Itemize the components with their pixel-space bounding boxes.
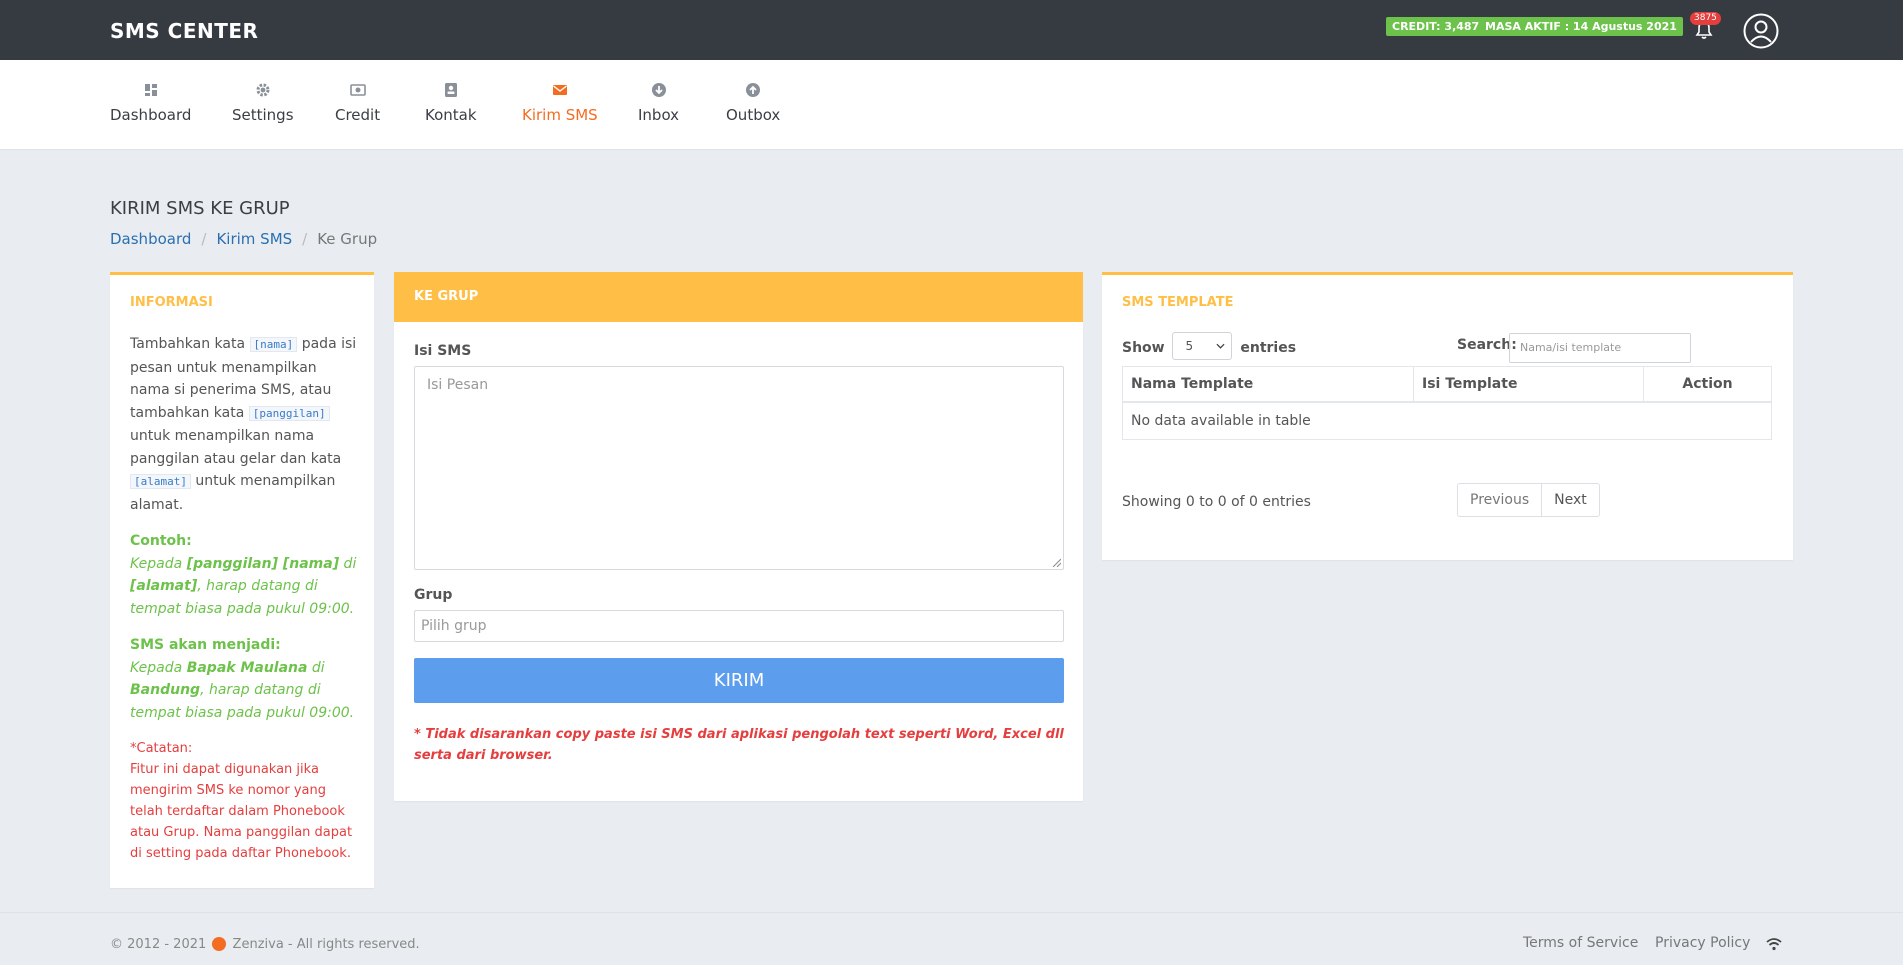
- nav-settings[interactable]: Settings: [232, 82, 294, 124]
- nav-credit[interactable]: Credit: [335, 82, 380, 124]
- isi-sms-placeholder: Isi Pesan: [427, 377, 489, 393]
- nav-outbox[interactable]: Outbox: [726, 82, 780, 124]
- breadcrumb-separator: /: [201, 230, 207, 248]
- entries-label: entries: [1240, 340, 1297, 356]
- breadcrumb-kirim-sms[interactable]: Kirim SMS: [216, 230, 292, 248]
- gear-icon: [256, 83, 270, 97]
- terms-link[interactable]: Terms of Service: [1523, 935, 1638, 951]
- contoh-label: Contoh:: [130, 533, 192, 549]
- column-header-nama-template[interactable]: Nama Template: [1122, 366, 1414, 403]
- privacy-link[interactable]: Privacy Policy: [1655, 935, 1750, 951]
- nav-outbox-label: Outbox: [726, 106, 781, 124]
- entries-select-value: 5: [1185, 339, 1194, 353]
- dashboard-icon: [144, 84, 157, 96]
- page-title: KIRIM SMS KE GRUP: [110, 198, 290, 219]
- entries-length-control: Show 5 entries: [1122, 332, 1297, 362]
- info-card-title: INFORMASI: [130, 295, 213, 310]
- nav-dashboard-label: Dashboard: [110, 106, 192, 124]
- contoh-part: Kepada: [130, 555, 187, 572]
- notification-count: 3875: [1690, 12, 1721, 25]
- copyright-years: © 2012 - 2021: [110, 937, 207, 952]
- isi-sms-textarea[interactable]: Isi Pesan: [414, 366, 1064, 570]
- code-nama: [nama]: [249, 337, 298, 352]
- previous-button[interactable]: Previous: [1458, 484, 1541, 516]
- arrow-up-circle-icon: [746, 83, 761, 97]
- pagination: Previous Next: [1457, 483, 1600, 517]
- breadcrumb: Dashboard / Kirim SMS / Ke Grup: [110, 230, 377, 248]
- grup-placeholder: Pilih grup: [421, 618, 487, 634]
- column-header-isi-template[interactable]: Isi Template: [1413, 366, 1644, 403]
- credit-badge: CREDIT: 3,487: [1386, 17, 1486, 36]
- copyright: © 2012 - 2021 Zenziva - All rights reser…: [110, 936, 420, 952]
- arrow-down-circle-icon: [651, 83, 666, 97]
- catatan: *Catatan: Fitur ini dapat digunakan jika…: [130, 738, 360, 864]
- menjadi-part: di: [307, 659, 325, 676]
- nav-kontak[interactable]: Kontak: [425, 82, 477, 124]
- nav-kirim-sms-label: Kirim SMS: [522, 106, 598, 124]
- info-text: untuk menampilkan nama panggilan atau ge…: [130, 428, 342, 467]
- chevron-down-icon: [1216, 343, 1226, 349]
- nav-settings-label: Settings: [232, 106, 294, 124]
- menjadi-part: Bandung: [130, 682, 201, 698]
- contoh-part: [alamat]: [130, 578, 198, 594]
- menjadi-text: Kepada Bapak Maulana di Bandung, harap d…: [130, 657, 360, 725]
- menjadi-part: Kepada: [130, 659, 187, 676]
- nav-inbox[interactable]: Inbox: [638, 82, 679, 124]
- table-header-row: Nama Template Isi Template Action: [1122, 366, 1772, 403]
- nav-kirim-sms[interactable]: Kirim SMS: [522, 82, 598, 124]
- info-text: Tambahkan kata: [130, 336, 250, 352]
- search-label: Search:: [1457, 337, 1517, 353]
- breadcrumb-separator: /: [302, 230, 308, 248]
- menjadi-part: Bapak Maulana: [186, 659, 308, 676]
- copy-paste-warning: * Tidak disarankan copy paste isi SMS da…: [414, 727, 1064, 763]
- empty-table-message: No data available in table: [1122, 401, 1772, 440]
- next-button[interactable]: Next: [1541, 484, 1599, 516]
- catatan-label: *Catatan:: [130, 741, 193, 756]
- contoh-text: Kepada [panggilan] [nama] di [alamat], h…: [130, 553, 360, 621]
- breadcrumb-dashboard[interactable]: Dashboard: [110, 230, 191, 248]
- isi-sms-label: Isi SMS: [414, 343, 472, 359]
- info-description: Tambahkan kata [nama] pada isi pesan unt…: [130, 333, 360, 516]
- top-bar: SMS CENTER CREDIT: 3,487 MASA AKTIF : 14…: [0, 0, 1903, 60]
- grup-label: Grup: [414, 587, 453, 603]
- breadcrumb-current: Ke Grup: [317, 230, 378, 248]
- nav-credit-label: Credit: [335, 106, 381, 124]
- contoh-part: [panggilan] [nama]: [186, 555, 340, 572]
- send-group-form-card: KE GRUP Isi SMS Isi Pesan Grup Pilih gru…: [394, 272, 1083, 801]
- resize-handle-icon[interactable]: [1051, 557, 1061, 567]
- sms-template-card: SMS TEMPLATE Show 5 entries Search: Nama…: [1102, 272, 1793, 560]
- code-alamat: [alamat]: [130, 474, 191, 489]
- table-row: No data available in table: [1122, 401, 1772, 440]
- contoh-part: di: [339, 555, 357, 572]
- contact-icon: [444, 83, 457, 97]
- info-card-body: Tambahkan kata [nama] pada isi pesan unt…: [130, 333, 360, 864]
- wifi-icon: [1766, 938, 1782, 951]
- brand-logo[interactable]: SMS CENTER: [110, 19, 258, 43]
- template-table: Nama Template Isi Template Action No dat…: [1122, 366, 1772, 440]
- nav-dashboard[interactable]: Dashboard: [110, 82, 191, 124]
- user-avatar-icon[interactable]: [1743, 13, 1779, 49]
- money-icon: [349, 84, 366, 96]
- envelope-icon: [552, 85, 567, 95]
- entries-select[interactable]: 5: [1172, 332, 1233, 360]
- menjadi-label: SMS akan menjadi:: [130, 637, 281, 653]
- template-card-title: SMS TEMPLATE: [1122, 295, 1234, 310]
- column-header-action[interactable]: Action: [1643, 366, 1772, 403]
- form-card-title: KE GRUP: [394, 272, 1083, 322]
- catatan-text: Fitur ini dapat digunakan jika mengirim …: [130, 762, 353, 861]
- nav-inbox-label: Inbox: [638, 106, 680, 124]
- nav-kontak-label: Kontak: [425, 106, 477, 124]
- code-panggilan: [panggilan]: [248, 405, 330, 421]
- zenziva-logo-icon: [212, 936, 227, 951]
- table-info: Showing 0 to 0 of 0 entries: [1122, 494, 1311, 510]
- kirim-button[interactable]: KIRIM: [414, 658, 1064, 703]
- footer: © 2012 - 2021 Zenziva - All rights reser…: [0, 912, 1903, 965]
- template-search-input[interactable]: Nama/isi template: [1509, 333, 1691, 363]
- search-placeholder: Nama/isi template: [1520, 341, 1622, 354]
- grup-select[interactable]: Pilih grup: [414, 610, 1064, 642]
- masa-aktif-badge: MASA AKTIF : 14 Agustus 2021: [1479, 17, 1683, 36]
- info-card: INFORMASI Tambahkan kata [nama] pada isi…: [110, 272, 374, 888]
- copyright-company: Zenziva - All rights reserved.: [232, 937, 420, 952]
- show-label: Show: [1122, 340, 1165, 356]
